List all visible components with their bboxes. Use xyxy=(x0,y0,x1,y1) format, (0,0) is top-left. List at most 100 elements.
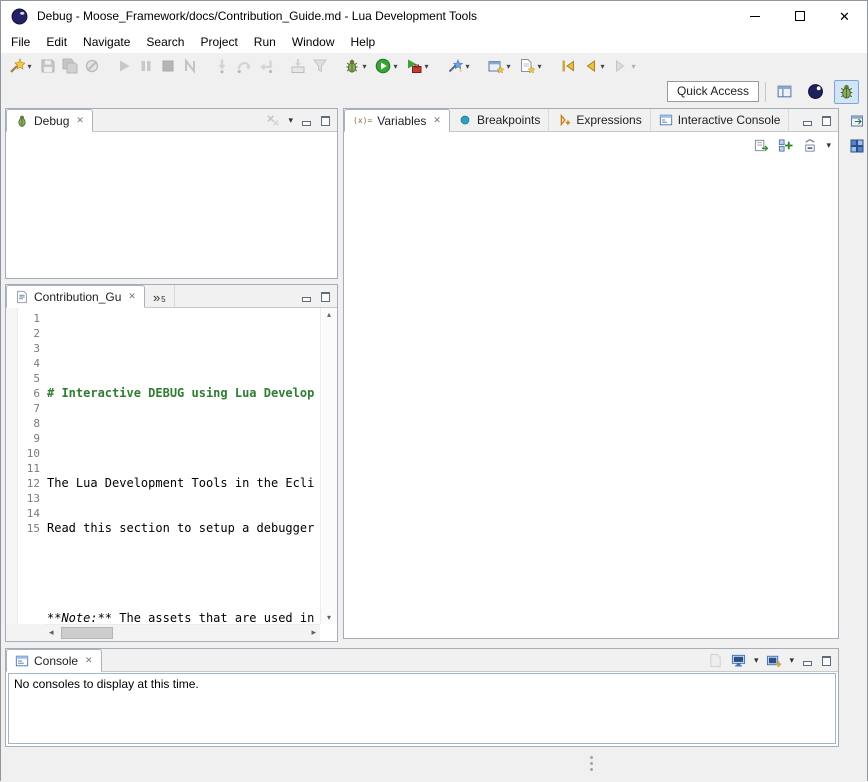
remove-all-terminated-icon[interactable] xyxy=(265,113,280,128)
display-selected-console-dropdown[interactable]: ▾ xyxy=(754,655,759,666)
tab-breakpoints[interactable]: Breakpoints xyxy=(450,109,549,131)
scroll-left-icon[interactable]: ◂ xyxy=(49,627,54,638)
tab-expressions[interactable]: Expressions xyxy=(549,109,650,131)
console-content[interactable]: No consoles to display at this time. xyxy=(8,673,836,744)
menu-project[interactable]: Project xyxy=(192,32,245,52)
run-dropdown[interactable]: ▾ xyxy=(391,62,400,71)
run-button[interactable]: ▾ xyxy=(372,54,403,78)
external-tools-button[interactable]: ▾ xyxy=(403,54,434,78)
tab-variables[interactable]: (x)= Variables ✕ xyxy=(344,109,450,132)
debug-button[interactable]: ▾ xyxy=(341,54,372,78)
menu-help[interactable]: Help xyxy=(343,32,384,52)
editor-horizontal-scrollbar[interactable]: ◂ ▸ xyxy=(45,624,320,641)
close-debug-tab-icon[interactable]: ✕ xyxy=(76,115,84,126)
close-console-tab-icon[interactable]: ✕ xyxy=(85,655,93,666)
back-history-button[interactable]: ▾ xyxy=(579,54,610,78)
annotation-ruler[interactable] xyxy=(6,308,18,624)
wand-icon xyxy=(447,58,463,74)
editor-tab-overflow-chevron[interactable]: » 5 xyxy=(145,285,175,307)
sash-grip[interactable] xyxy=(590,756,593,771)
editor-vertical-scrollbar[interactable]: ▴ ▾ xyxy=(320,308,337,624)
minimize-window-button[interactable] xyxy=(732,1,777,31)
pin-console-icon[interactable] xyxy=(708,653,723,668)
tab-contribution-guide[interactable]: Contribution_Gu ✕ xyxy=(6,285,145,308)
disconnect-button[interactable] xyxy=(179,54,201,78)
close-window-button[interactable]: ✕ xyxy=(822,1,867,31)
menu-file[interactable]: File xyxy=(3,32,38,52)
skip-all-breakpoints-button[interactable] xyxy=(81,54,103,78)
scroll-up-icon[interactable]: ▴ xyxy=(321,310,337,319)
scroll-right-icon[interactable]: ▸ xyxy=(311,627,316,638)
minimized-view-palette-icon[interactable] xyxy=(849,138,865,154)
debug-view-menu-icon[interactable]: ▾ xyxy=(288,115,293,126)
maximize-view-icon[interactable] xyxy=(821,115,832,126)
step-into-icon xyxy=(214,58,230,74)
tab-interactive-console[interactable]: Interactive Console xyxy=(651,109,790,131)
use-step-filters-button[interactable] xyxy=(309,54,331,78)
maximize-editor-icon[interactable] xyxy=(320,291,331,302)
save-button[interactable] xyxy=(37,54,59,78)
new-project-button[interactable]: ▾ xyxy=(485,54,516,78)
new-wizard-dropdown[interactable]: ▾ xyxy=(25,62,34,71)
debug-view-content[interactable] xyxy=(6,132,337,278)
window-title: Debug - Moose_Framework/docs/Contributio… xyxy=(37,9,477,23)
variables-view-content[interactable] xyxy=(344,156,838,638)
menu-run[interactable]: Run xyxy=(246,32,284,52)
wand-dropdown[interactable]: ▾ xyxy=(463,62,472,71)
tab-debug[interactable]: Debug ✕ xyxy=(6,109,93,132)
lua-perspective-button[interactable] xyxy=(803,80,828,104)
editor-body: 1 2 3 4 5 6 7 8 9 10 11 12 13 14 15 xyxy=(6,308,337,641)
display-selected-console-icon[interactable] xyxy=(731,653,746,668)
minimized-view-restore-icon[interactable] xyxy=(849,113,865,129)
new-file-button[interactable]: ▾ xyxy=(516,54,547,78)
external-tools-dropdown[interactable]: ▾ xyxy=(422,62,431,71)
maximize-window-button[interactable] xyxy=(777,1,822,31)
open-console-dropdown[interactable]: ▾ xyxy=(789,655,794,666)
forward-history-dropdown[interactable]: ▾ xyxy=(629,62,638,71)
minimize-console-icon[interactable] xyxy=(802,655,813,666)
terminate-button[interactable] xyxy=(157,54,179,78)
maximize-console-icon[interactable] xyxy=(821,655,832,666)
collapse-all-icon[interactable] xyxy=(802,138,817,153)
close-editor-tab-icon[interactable]: ✕ xyxy=(128,291,136,302)
scroll-down-icon[interactable]: ▾ xyxy=(321,613,337,622)
variables-view-menu-icon[interactable]: ▾ xyxy=(826,140,831,151)
show-columns-icon[interactable] xyxy=(778,138,793,153)
suspend-button[interactable] xyxy=(135,54,157,78)
code-line xyxy=(47,341,320,356)
menu-navigate[interactable]: Navigate xyxy=(75,32,138,52)
suspend-icon xyxy=(138,58,154,74)
step-over-button[interactable] xyxy=(233,54,255,78)
wand-button[interactable]: ▾ xyxy=(444,54,475,78)
drop-to-frame-icon xyxy=(290,58,306,74)
new-project-dropdown[interactable]: ▾ xyxy=(504,62,513,71)
minimize-editor-icon[interactable] xyxy=(301,291,312,302)
minimize-view-icon[interactable] xyxy=(301,115,312,126)
horizontal-scroll-thumb[interactable] xyxy=(61,627,113,639)
line-number-ruler[interactable]: 1 2 3 4 5 6 7 8 9 10 11 12 13 14 15 xyxy=(18,308,45,624)
debug-perspective-button[interactable] xyxy=(834,80,859,104)
resume-button[interactable] xyxy=(113,54,135,78)
drop-to-frame-button[interactable] xyxy=(287,54,309,78)
forward-history-button[interactable]: ▾ xyxy=(610,54,641,78)
menu-search[interactable]: Search xyxy=(138,32,192,52)
show-logical-structure-icon[interactable] xyxy=(754,138,769,153)
step-return-button[interactable] xyxy=(255,54,277,78)
menu-edit[interactable]: Edit xyxy=(38,32,75,52)
open-perspective-button[interactable] xyxy=(772,80,797,104)
back-history-dropdown[interactable]: ▾ xyxy=(598,62,607,71)
tab-console[interactable]: Console ✕ xyxy=(6,649,102,672)
save-all-button[interactable] xyxy=(59,54,81,78)
open-console-icon[interactable] xyxy=(766,653,781,668)
minimize-view-icon[interactable] xyxy=(802,115,813,126)
last-edit-location-button[interactable] xyxy=(557,54,579,78)
quick-access-field[interactable]: Quick Access xyxy=(667,81,759,102)
code-area[interactable]: # Interactive DEBUG using Lua Develop Th… xyxy=(47,308,320,624)
new-wizard-button[interactable]: ▾ xyxy=(6,54,37,78)
new-file-dropdown[interactable]: ▾ xyxy=(535,62,544,71)
debug-dropdown[interactable]: ▾ xyxy=(360,62,369,71)
menu-window[interactable]: Window xyxy=(284,32,343,52)
maximize-view-icon[interactable] xyxy=(320,115,331,126)
close-variables-tab-icon[interactable]: ✕ xyxy=(433,115,441,126)
step-into-button[interactable] xyxy=(211,54,233,78)
